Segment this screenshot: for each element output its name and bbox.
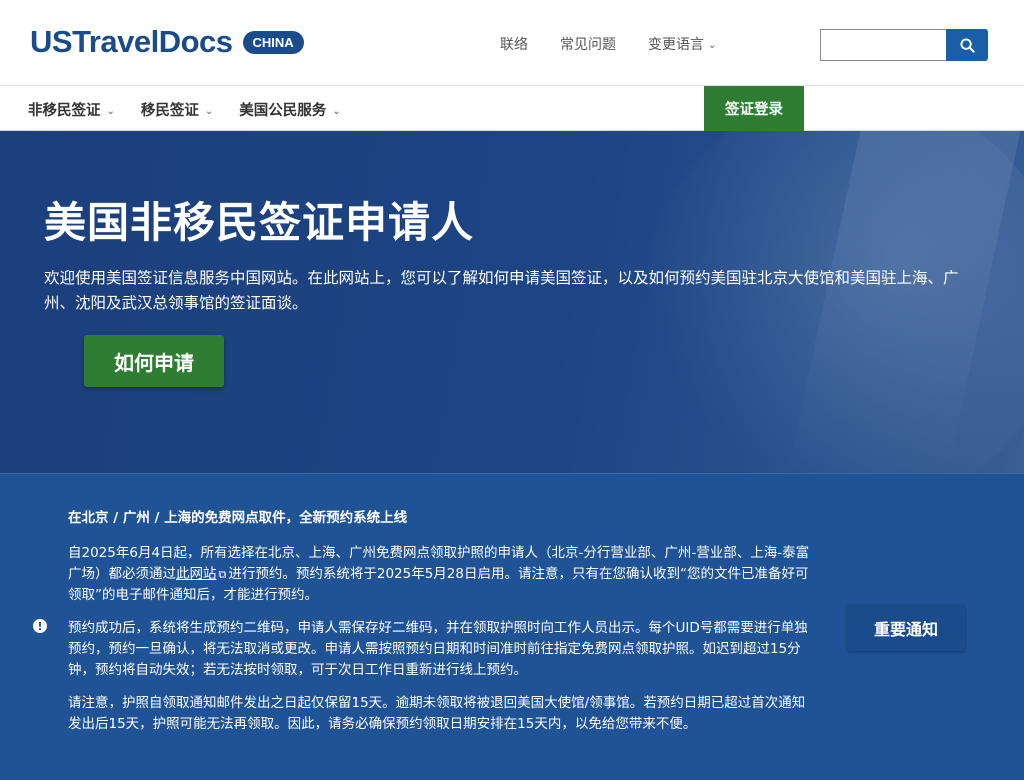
notice-paragraph: 预约成功后，系统将生成预约二维码，申请人需保存好二维码，并在领取护照时向工作人员…: [68, 620, 808, 678]
language-menu[interactable]: 变更语言 ⌄: [648, 34, 716, 54]
site-logo[interactable]: USTravelDocs CHINA: [30, 24, 304, 60]
utility-links: 联络 常见问题 变更语言 ⌄: [500, 34, 716, 54]
important-notice-button[interactable]: 重要通知: [847, 605, 965, 651]
nav-item-label: 美国公民服务: [239, 103, 327, 119]
external-link-icon: ⧉: [218, 568, 227, 581]
main-nav: 非移民签证 ⌄ 移民签证 ⌄ 美国公民服务 ⌄: [0, 86, 1024, 131]
chevron-down-icon: ⌄: [106, 106, 115, 117]
notice-paragraph: 自2025年6月4日起，所有选择在北京、上海、广州免费网点领取护照的申请人（北京…: [68, 543, 818, 606]
nav-item-citizen-services[interactable]: 美国公民服务 ⌄: [239, 99, 340, 120]
nav-item-label: 非移民签证: [28, 103, 101, 119]
notice-banner: ! 在北京 / 广州 / 上海的免费网点取件，全新预约系统上线 自2025年6月…: [0, 473, 1024, 780]
top-header: USTravelDocs CHINA 联络 常见问题 变更语言 ⌄: [0, 0, 1024, 86]
appointment-site-link[interactable]: 此网站: [176, 566, 217, 582]
hero-title: 美国非移民签证申请人: [44, 198, 475, 247]
chevron-down-icon: ⌄: [332, 106, 341, 117]
hero-banner: 美国非移民签证申请人 欢迎使用美国签证信息服务中国网站。在此网站上，您可以了解如…: [0, 131, 1024, 473]
notice-content: 在北京 / 广州 / 上海的免费网点取件，全新预约系统上线 自2025年6月4日…: [68, 508, 818, 747]
search-icon: [959, 37, 975, 53]
notice-heading: 在北京 / 广州 / 上海的免费网点取件，全新预约系统上线: [68, 510, 408, 526]
contact-link[interactable]: 联络: [500, 34, 528, 54]
logo-text: USTravelDocs: [30, 24, 233, 59]
faq-link[interactable]: 常见问题: [560, 34, 616, 54]
visa-login-button[interactable]: 签证登录: [704, 86, 804, 131]
how-to-apply-button[interactable]: 如何申请: [84, 335, 224, 387]
exclamation-icon: !: [33, 619, 47, 633]
search-input[interactable]: [820, 29, 946, 61]
nav-item-immigrant-visa[interactable]: 移民签证 ⌄: [141, 99, 213, 120]
chevron-down-icon: ⌄: [708, 40, 717, 51]
hero-description: 欢迎使用美国签证信息服务中国网站。在此网站上，您可以了解如何申请美国签证，以及如…: [44, 269, 959, 312]
nav-item-label: 移民签证: [140, 103, 199, 119]
language-label: 变更语言: [648, 37, 704, 53]
search-button[interactable]: [946, 29, 988, 61]
chevron-down-icon: ⌄: [204, 106, 214, 117]
nav-item-nonimmigrant-visa[interactable]: 非移民签证 ⌄: [28, 99, 115, 120]
notice-paragraph: 请注意，护照自领取通知邮件发出之日起仅保留15天。逾期未领取将被退回美国大使馆/…: [68, 695, 806, 732]
logo-country-badge: CHINA: [242, 30, 304, 54]
